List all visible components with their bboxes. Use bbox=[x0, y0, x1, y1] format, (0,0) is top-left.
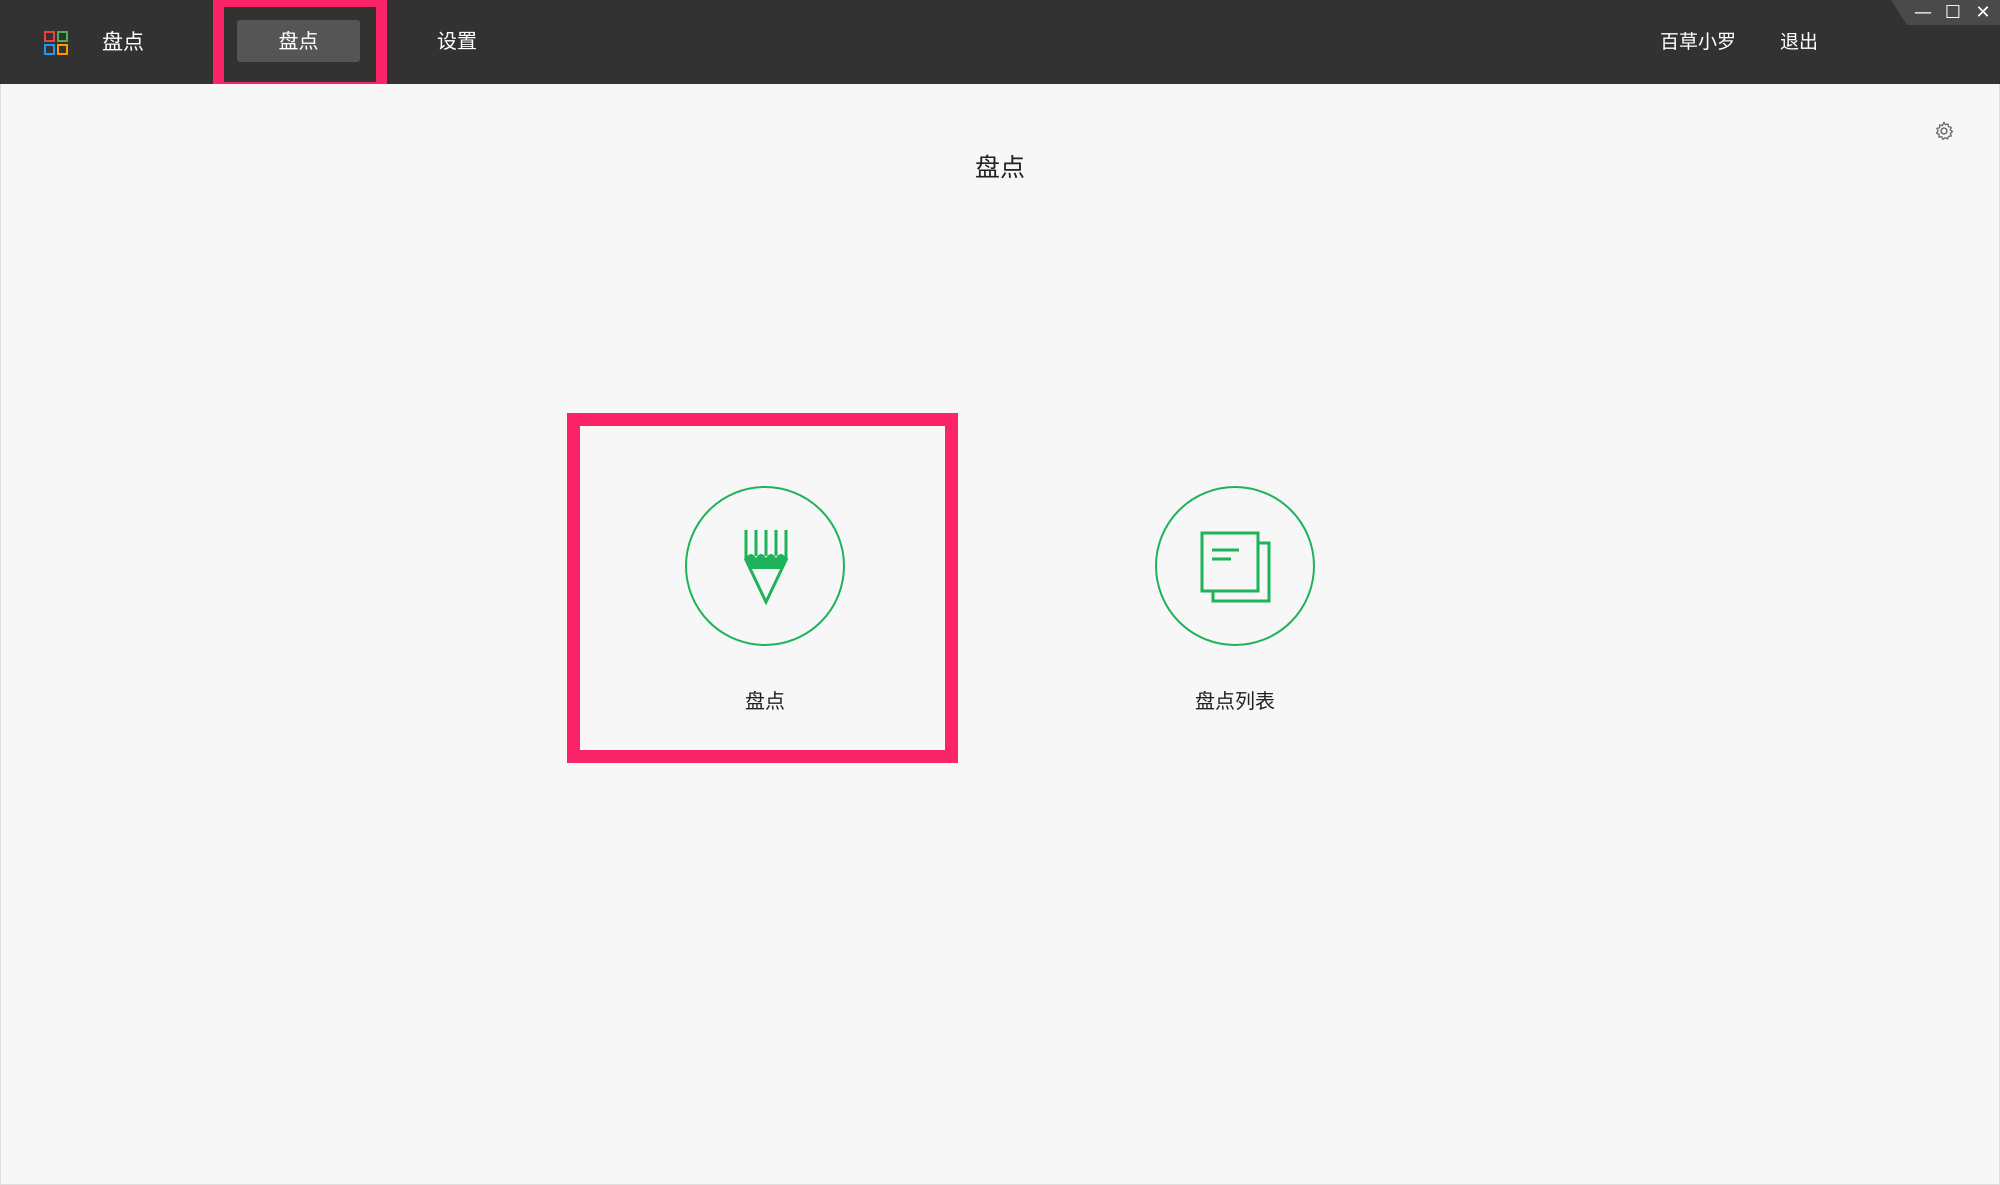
user-name: 百草小罗 bbox=[1660, 31, 1737, 53]
app-title: 盘点 bbox=[102, 30, 144, 54]
document-list-icon bbox=[1200, 531, 1271, 603]
minimize-button[interactable]: — bbox=[1910, 1, 1936, 25]
inventory-list-card-label: 盘点列表 bbox=[1195, 689, 1275, 713]
logout-link[interactable]: 退出 bbox=[1780, 28, 1818, 56]
inventory-list-card-circle bbox=[1155, 486, 1315, 646]
inventory-card-circle bbox=[685, 486, 845, 646]
pencil-icon bbox=[743, 530, 789, 606]
main-content bbox=[0, 84, 2000, 1185]
maximize-button[interactable]: ☐ bbox=[1940, 1, 1966, 25]
window-controls: — ☐ ✕ bbox=[1891, 0, 2000, 25]
inventory-card-label: 盘点 bbox=[745, 689, 785, 713]
gear-icon[interactable] bbox=[1933, 120, 1955, 142]
tab-settings[interactable]: 设置 bbox=[420, 20, 494, 62]
page-title: 盘点 bbox=[974, 153, 1025, 182]
tab-inventory[interactable]: 盘点 bbox=[237, 20, 360, 62]
grid-logo-icon bbox=[44, 31, 68, 55]
inventory-card[interactable]: 盘点 bbox=[645, 480, 885, 720]
top-navigation-bar: 盘点 盘点 设置 百草小罗 退出 — ☐ ✕ bbox=[0, 0, 2000, 84]
inventory-list-card[interactable]: 盘点列表 bbox=[1115, 480, 1355, 720]
close-button[interactable]: ✕ bbox=[1970, 1, 1996, 25]
